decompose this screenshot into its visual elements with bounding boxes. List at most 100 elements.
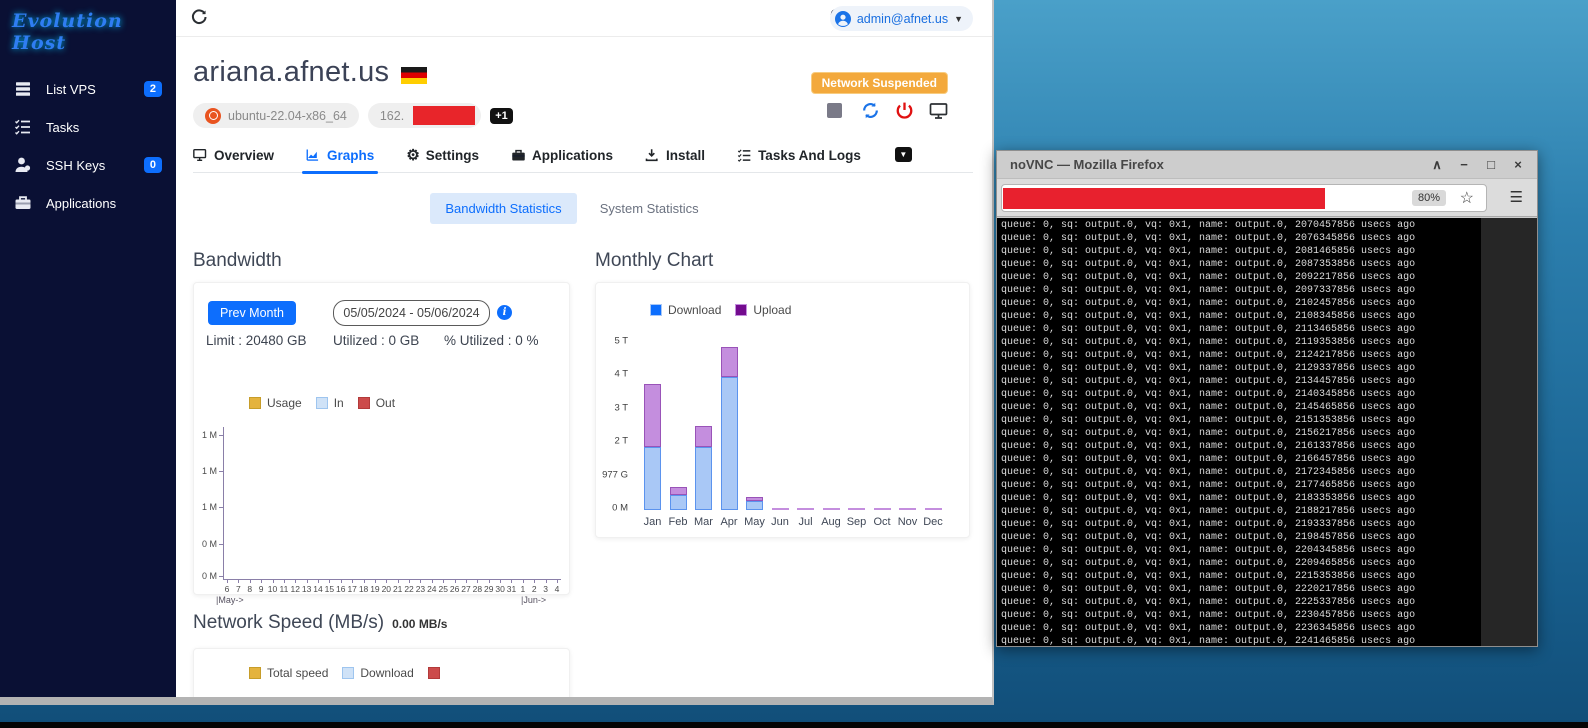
y-tick <box>219 471 224 472</box>
x-tick <box>364 579 365 583</box>
power-button[interactable] <box>895 101 914 120</box>
tab-bar: Overview Graphs ⚙Settings Applications Insta… <box>193 145 973 173</box>
checklist-icon <box>737 148 752 163</box>
x-tick <box>443 579 444 583</box>
sidebar-item-list-vps[interactable]: List VPS2 <box>0 70 176 108</box>
x-tick <box>557 579 558 583</box>
x-tick <box>466 579 467 583</box>
y-tick-label: 5 T <box>614 336 628 347</box>
y-axis <box>223 427 224 579</box>
close-button[interactable]: × <box>1511 157 1525 173</box>
x-tick-label: 29 <box>484 584 493 594</box>
sidebar-item-ssh-keys[interactable]: SSH Keys0 <box>0 146 176 184</box>
minimize-button[interactable]: − <box>1457 157 1471 173</box>
bar-segment-upload <box>721 347 738 377</box>
x-tick <box>318 579 319 583</box>
x-tick <box>511 579 512 583</box>
x-tick-label: 19 <box>370 584 379 594</box>
netspeed-legend-item: Download <box>342 666 413 680</box>
topbar: admin@afnet.us ▼ <box>176 0 992 37</box>
console-button[interactable] <box>929 101 948 120</box>
bar-segment-download <box>644 447 661 510</box>
tab-tasks-and-logs[interactable]: Tasks And Logs <box>737 148 861 172</box>
url-bar[interactable]: 80% ☆ <box>1001 184 1487 212</box>
y-tick <box>219 576 224 577</box>
subtab-system-statistics[interactable]: System Statistics <box>585 193 714 224</box>
x-category-label: Apr <box>720 516 737 528</box>
x-tick-label: 16 <box>336 584 345 594</box>
legend-swatch <box>249 667 261 679</box>
y-tick-label: 0 M <box>202 539 217 549</box>
tab-settings[interactable]: ⚙Settings <box>406 148 479 172</box>
tab-graphs[interactable]: Graphs <box>306 148 374 172</box>
sidebar-item-applications[interactable]: Applications <box>0 184 176 222</box>
x-tick <box>273 579 274 583</box>
terminal-side-panel <box>1481 218 1537 646</box>
refresh-icon[interactable] <box>190 8 208 26</box>
download-icon <box>645 148 660 163</box>
ubuntu-icon <box>205 108 221 124</box>
x-tick-label: 9 <box>259 584 264 594</box>
account-menu[interactable]: admin@afnet.us ▼ <box>830 6 973 31</box>
month-annotation-may: |May-> <box>216 595 244 605</box>
subtab-bandwidth-statistics[interactable]: Bandwidth Statistics <box>430 193 576 224</box>
monthly-chart-heading: Monthly Chart <box>595 250 713 272</box>
sidebar-item-label: Tasks <box>46 120 79 135</box>
bar-zero <box>925 508 942 510</box>
x-tick <box>238 579 239 583</box>
zoom-level-badge[interactable]: 80% <box>1412 190 1446 206</box>
x-tick-label: 26 <box>450 584 459 594</box>
x-tick-label: 4 <box>555 584 560 594</box>
gear-icon: ⚙ <box>406 148 419 163</box>
bar-segment-upload <box>746 497 763 501</box>
chart-icon <box>306 148 321 163</box>
sidebar-item-tasks[interactable]: Tasks <box>0 108 176 146</box>
tab-applications[interactable]: Applications <box>511 148 613 172</box>
bookmark-star-icon[interactable]: ☆ <box>1460 188 1474 208</box>
more-ips-badge[interactable]: +1 <box>490 108 513 124</box>
stop-icon <box>827 103 842 118</box>
x-tick-label: 11 <box>279 584 288 594</box>
stop-button[interactable] <box>827 101 846 120</box>
menu-icon[interactable]: ☰ <box>1510 188 1523 206</box>
sidebar: Evolution Host List VPS2TasksSSH Keys0Ap… <box>0 0 176 697</box>
tab-overview[interactable]: Overview <box>193 148 274 172</box>
x-tick <box>352 579 353 583</box>
x-category-label: Mar <box>694 516 713 528</box>
firefox-toolbar: 80% ☆ ☰ <box>997 179 1537 217</box>
monthly-chart: 5 T4 T3 T2 T977 G0 MJanFebMarAprMayJunJu… <box>596 283 969 537</box>
y-tick <box>219 544 224 545</box>
page-title: ariana.afnet.us <box>193 56 427 89</box>
firefox-titlebar[interactable]: noVNC — Mozilla Firefox ∧ − □ × <box>997 151 1537 179</box>
restart-button[interactable] <box>861 101 880 120</box>
shade-button[interactable]: ∧ <box>1430 157 1444 173</box>
sidebar-item-label: List VPS <box>46 82 96 97</box>
x-tick <box>341 579 342 583</box>
x-category-label: May <box>744 516 765 528</box>
x-category-label: Dec <box>923 516 943 528</box>
x-tick-label: 31 <box>507 584 516 594</box>
x-tick-label: 17 <box>347 584 356 594</box>
x-tick <box>227 579 228 583</box>
tab-install[interactable]: Install <box>645 148 705 172</box>
x-tick-label: 10 <box>268 584 277 594</box>
x-tick-label: 21 <box>393 584 402 594</box>
x-category-label: Oct <box>873 516 890 528</box>
bar-zero <box>899 508 916 510</box>
x-category-label: Jul <box>798 516 812 528</box>
sidebar-badge: 0 <box>144 157 162 173</box>
maximize-button[interactable]: □ <box>1484 157 1498 173</box>
legend-label: Total speed <box>267 666 328 680</box>
germany-flag-icon <box>401 67 427 84</box>
user-key-icon <box>14 156 32 174</box>
x-tick <box>420 579 421 583</box>
x-category-label: Jan <box>644 516 662 528</box>
bar-zero <box>823 508 840 510</box>
x-category-label: Nov <box>898 516 918 528</box>
novnc-terminal[interactable]: queue: 0, sq: output.0, vq: 0x1, name: o… <box>997 218 1537 646</box>
tab-overflow-button[interactable]: ▼ <box>895 147 912 162</box>
x-tick-label: 23 <box>416 584 425 594</box>
x-tick <box>546 579 547 583</box>
netspeed-card: Total speed Download <box>193 648 570 697</box>
x-tick-label: 12 <box>291 584 300 594</box>
